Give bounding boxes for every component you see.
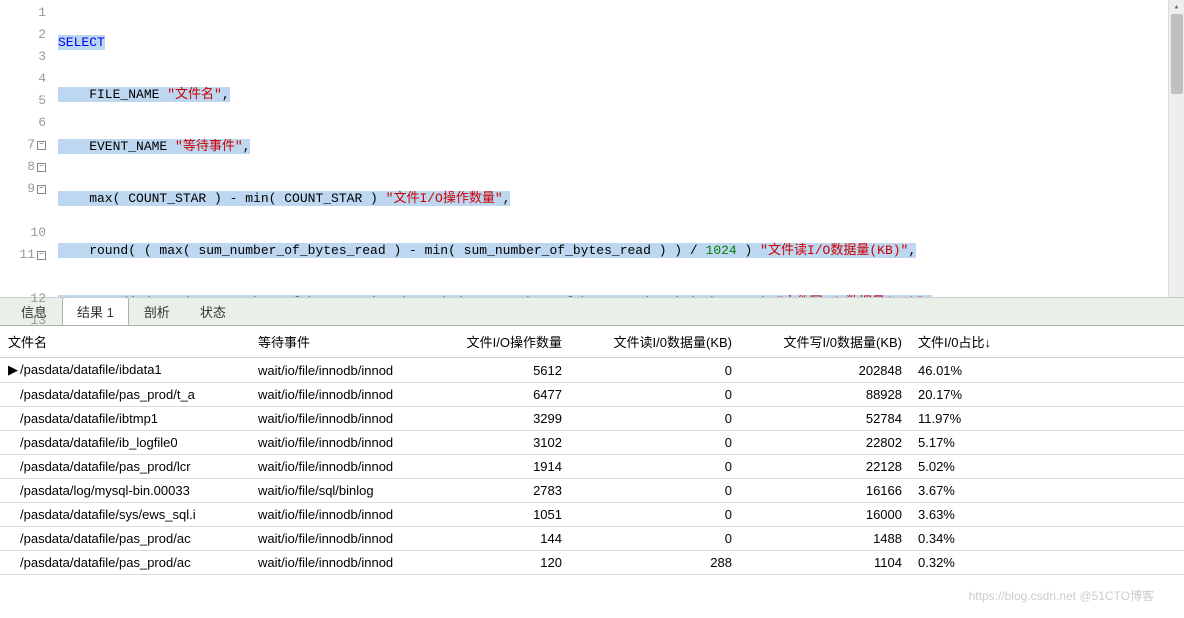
- table-row[interactable]: /pasdata/datafile/ibtmp1wait/io/file/inn…: [0, 407, 1184, 431]
- gutter-line: 7−: [0, 134, 46, 156]
- code-content[interactable]: SELECT FILE_NAME "文件名", EVENT_NAME "等待事件…: [50, 0, 1168, 297]
- sql-editor: 1234567−8−9−1011−1213 SELECT FILE_NAME "…: [0, 0, 1184, 298]
- gutter-line: 12: [0, 288, 46, 310]
- fold-icon[interactable]: −: [37, 141, 46, 150]
- gutter-line: 9−: [0, 178, 46, 200]
- gutter-line: 3: [0, 46, 46, 68]
- fold-icon[interactable]: −: [37, 163, 46, 172]
- table-row[interactable]: /pasdata/datafile/pas_prod/acwait/io/fil…: [0, 551, 1184, 575]
- table-row[interactable]: /pasdata/log/mysql-bin.00033wait/io/file…: [0, 479, 1184, 503]
- keyword: SELECT: [58, 35, 105, 50]
- gutter-line: 1: [0, 2, 46, 24]
- table-row[interactable]: /pasdata/datafile/pas_prod/lcrwait/io/fi…: [0, 455, 1184, 479]
- col-read[interactable]: 文件读I/0数据量(KB): [570, 326, 740, 358]
- fold-icon[interactable]: −: [37, 185, 46, 194]
- gutter-line: 8−: [0, 156, 46, 178]
- gutter-line: 13: [0, 310, 46, 332]
- gutter-line: [0, 200, 46, 222]
- result-tabs: 信息 结果 1 剖析 状态: [0, 298, 1184, 326]
- tab-status[interactable]: 状态: [185, 297, 241, 325]
- table-row[interactable]: /pasdata/datafile/pas_prod/acwait/io/fil…: [0, 527, 1184, 551]
- gutter-line: 2: [0, 24, 46, 46]
- vertical-scrollbar[interactable]: ▴: [1168, 0, 1184, 297]
- table-row[interactable]: /pasdata/datafile/sys/ews_sql.iwait/io/f…: [0, 503, 1184, 527]
- table-row[interactable]: /pasdata/datafile/ib_logfile0wait/io/fil…: [0, 431, 1184, 455]
- tab-result-1[interactable]: 结果 1: [62, 297, 129, 325]
- gutter-line: 5: [0, 90, 46, 112]
- results-grid: 文件名 等待事件 文件I/O操作数量 文件读I/0数据量(KB) 文件写I/0数…: [0, 326, 1184, 618]
- gutter-line: 11−: [0, 244, 46, 266]
- col-pct[interactable]: 文件I/0占比↓: [910, 326, 1184, 358]
- fold-icon[interactable]: −: [37, 251, 46, 260]
- row-marker-icon: ▶: [8, 362, 20, 378]
- line-gutter: 1234567−8−9−1011−1213: [0, 0, 50, 297]
- table-header-row: 文件名 等待事件 文件I/O操作数量 文件读I/0数据量(KB) 文件写I/0数…: [0, 326, 1184, 358]
- gutter-line: [0, 266, 46, 288]
- tab-profile[interactable]: 剖析: [129, 297, 185, 325]
- table-row[interactable]: /pasdata/datafile/pas_prod/t_await/io/fi…: [0, 383, 1184, 407]
- results-table[interactable]: 文件名 等待事件 文件I/O操作数量 文件读I/0数据量(KB) 文件写I/0数…: [0, 326, 1184, 575]
- gutter-line: 10: [0, 222, 46, 244]
- table-row[interactable]: ▶/pasdata/datafile/ibdata1wait/io/file/i…: [0, 358, 1184, 383]
- gutter-line: 6: [0, 112, 46, 134]
- watermark: https://blog.csdn.net @51CTO博客: [969, 587, 1154, 604]
- gutter-line: 4: [0, 68, 46, 90]
- col-write[interactable]: 文件写I/0数据量(KB): [740, 326, 910, 358]
- scroll-up-icon[interactable]: ▴: [1169, 0, 1184, 14]
- col-event[interactable]: 等待事件: [250, 326, 440, 358]
- scrollbar-thumb[interactable]: [1171, 14, 1183, 94]
- col-ops[interactable]: 文件I/O操作数量: [440, 326, 570, 358]
